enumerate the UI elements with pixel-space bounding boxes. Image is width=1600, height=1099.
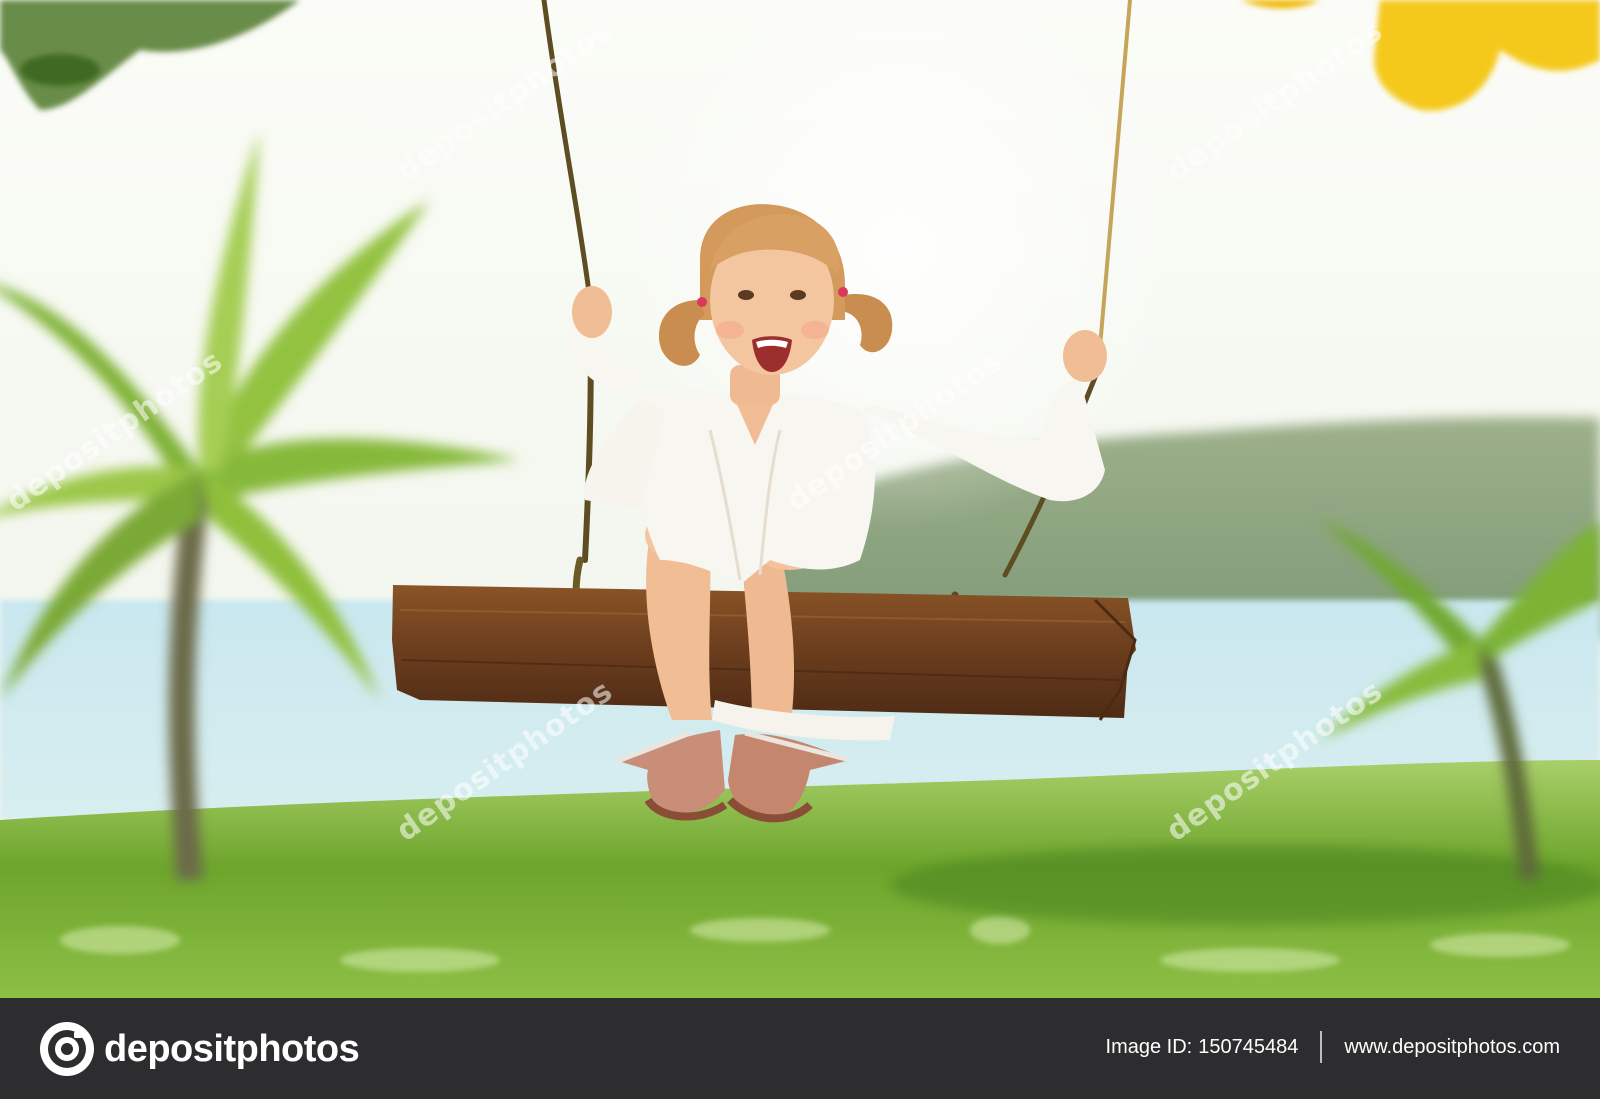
image-id-value: 150745484 <box>1198 1035 1299 1058</box>
image-id-label: Image ID: <box>1105 1035 1193 1058</box>
photo-scene <box>0 0 1600 998</box>
image-meta: Image ID: 150745484 www.depositphotos.co… <box>1106 1031 1560 1063</box>
brand-name: depositphotos <box>104 1027 360 1070</box>
stock-photo: depositphotos depositphotos depositphoto… <box>0 0 1600 998</box>
brand-logo[interactable]: depositphotos <box>38 1020 360 1078</box>
site-url-link[interactable]: www.depositphotos.com <box>1344 1036 1560 1059</box>
camera-aperture-icon <box>40 1022 94 1076</box>
divider <box>1320 1031 1323 1063</box>
stock-footer-bar: depositphotos Image ID: 150745484 www.de… <box>0 998 1600 1099</box>
shade <box>890 845 1600 925</box>
